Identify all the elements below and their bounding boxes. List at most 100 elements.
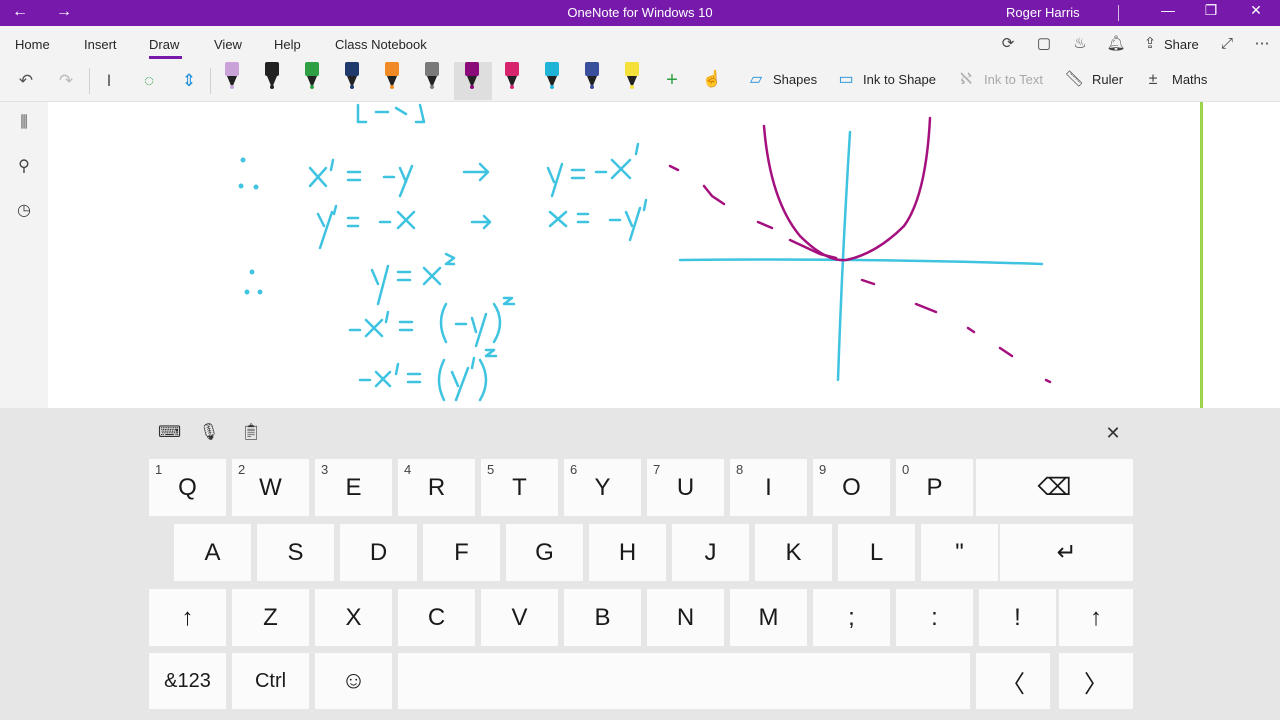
- shapes-icon[interactable]: ▱: [746, 70, 766, 90]
- pen-yellow-highlighter[interactable]: [621, 62, 643, 92]
- pen-navy[interactable]: [341, 62, 363, 92]
- key-row3-1[interactable]: X: [315, 589, 392, 646]
- user-name[interactable]: Roger Harris: [1006, 5, 1080, 20]
- undo-icon[interactable]: ↶: [15, 70, 37, 92]
- search-icon[interactable]: ⚲: [13, 156, 35, 178]
- pen-purple-selected[interactable]: [461, 62, 483, 92]
- backspace-key[interactable]: ⌫: [976, 459, 1133, 516]
- pen-galaxy[interactable]: [581, 62, 603, 92]
- tab-insert[interactable]: Insert: [84, 37, 117, 52]
- touch-draw-icon[interactable]: ☝: [702, 70, 722, 90]
- ink-to-text-button[interactable]: Ink to Text: [984, 72, 1043, 87]
- symbols-key[interactable]: &123: [149, 653, 226, 709]
- pen-color-dot: [350, 85, 354, 89]
- minimize-icon[interactable]: —: [1158, 2, 1178, 18]
- left-arrow-key[interactable]: 〈: [976, 653, 1050, 709]
- pen-orange[interactable]: [381, 62, 403, 92]
- lasso-select-icon[interactable]: ◌: [138, 70, 160, 92]
- key-u[interactable]: 7U: [647, 459, 724, 516]
- key-row3-5[interactable]: N: [647, 589, 724, 646]
- pen-black[interactable]: [261, 62, 283, 92]
- key-row3-6[interactable]: M: [730, 589, 807, 646]
- note-canvas[interactable]: [48, 102, 1202, 408]
- tab-help[interactable]: Help: [274, 37, 301, 52]
- tab-view[interactable]: View: [214, 37, 242, 52]
- key-row2-9[interactable]: ": [921, 524, 998, 581]
- key-row3-2[interactable]: C: [398, 589, 475, 646]
- emoji-key[interactable]: ☺: [315, 653, 392, 709]
- key-row3-4[interactable]: B: [564, 589, 641, 646]
- add-pen-icon[interactable]: +: [662, 70, 682, 90]
- keyboard-layout-icon[interactable]: ⌨: [158, 422, 181, 444]
- key-row2-4[interactable]: G: [506, 524, 583, 581]
- key-row2-5[interactable]: H: [589, 524, 666, 581]
- share-button[interactable]: Share: [1164, 37, 1199, 52]
- key-row2-6[interactable]: J: [672, 524, 749, 581]
- add-space-icon[interactable]: ⇕: [178, 70, 200, 92]
- recent-clock-icon[interactable]: ◷: [13, 200, 35, 222]
- sync-icon[interactable]: ⟳: [998, 34, 1018, 54]
- restore-icon[interactable]: ❐: [1201, 2, 1221, 19]
- redo-icon[interactable]: ↷: [55, 70, 77, 92]
- expand-icon[interactable]: ⤢: [1217, 34, 1237, 54]
- pen-magenta[interactable]: [501, 62, 523, 92]
- key-i[interactable]: 8I: [730, 459, 807, 516]
- pen-body: [225, 62, 239, 76]
- key-label: F: [454, 538, 469, 566]
- keyboard-close-icon[interactable]: ✕: [1102, 422, 1124, 444]
- lightbulb-icon[interactable]: ♨: [1070, 34, 1090, 54]
- key-e[interactable]: 3E: [315, 459, 392, 516]
- pen-pink-highlighter[interactable]: [221, 62, 243, 92]
- more-icon[interactable]: ⋯: [1252, 34, 1272, 54]
- maths-icon[interactable]: ±: [1143, 70, 1163, 90]
- bell-icon[interactable]: 🔔︎: [1106, 34, 1126, 54]
- ruler-button[interactable]: Ruler: [1092, 72, 1123, 87]
- key-row3-9[interactable]: !: [979, 589, 1056, 646]
- tab-draw[interactable]: Draw: [149, 37, 179, 52]
- notebooks-library-icon[interactable]: ⫼: [13, 112, 35, 134]
- key-row3-7[interactable]: ;: [813, 589, 890, 646]
- space-key[interactable]: [398, 653, 970, 709]
- maths-button[interactable]: Maths: [1172, 72, 1207, 87]
- key-w[interactable]: 2W: [232, 459, 309, 516]
- pen-gray-pattern[interactable]: [421, 62, 443, 92]
- key-row2-7[interactable]: K: [755, 524, 832, 581]
- key-o[interactable]: 9O: [813, 459, 890, 516]
- key-row3-3[interactable]: V: [481, 589, 558, 646]
- clipboard-icon[interactable]: 📋︎: [240, 422, 262, 444]
- ctrl-key[interactable]: Ctrl: [232, 653, 309, 709]
- shapes-button[interactable]: Shapes: [773, 72, 817, 87]
- enter-key[interactable]: ↵: [1000, 524, 1133, 581]
- key-row2-8[interactable]: L: [838, 524, 915, 581]
- shift-left-key[interactable]: ↑: [149, 589, 226, 646]
- key-row2-2[interactable]: D: [340, 524, 417, 581]
- type-select-icon[interactable]: I: [98, 70, 120, 92]
- ink-drawing[interactable]: [48, 102, 1202, 408]
- shift-right-key[interactable]: ↑: [1059, 589, 1133, 646]
- key-row3-0[interactable]: Z: [232, 589, 309, 646]
- key-y[interactable]: 6Y: [564, 459, 641, 516]
- key-t[interactable]: 5T: [481, 459, 558, 516]
- key-r[interactable]: 4R: [398, 459, 475, 516]
- key-row3-8[interactable]: :: [896, 589, 973, 646]
- ink-to-shape-button[interactable]: Ink to Shape: [863, 72, 936, 87]
- share-icon[interactable]: ⇪: [1140, 34, 1160, 54]
- key-label: O: [842, 473, 861, 501]
- close-icon[interactable]: ✕: [1246, 2, 1266, 19]
- pen-green[interactable]: [301, 62, 323, 92]
- key-p[interactable]: 0P: [896, 459, 973, 516]
- tab-class-notebook[interactable]: Class Notebook: [335, 37, 427, 52]
- key-row2-1[interactable]: S: [257, 524, 334, 581]
- notebooks-icon[interactable]: ▢: [1034, 34, 1054, 54]
- right-arrow-key[interactable]: 〉: [1059, 653, 1133, 709]
- microphone-icon[interactable]: 🎙︎: [198, 422, 220, 444]
- pen-color-dot: [430, 85, 434, 89]
- key-q[interactable]: 1Q: [149, 459, 226, 516]
- key-row2-0[interactable]: A: [174, 524, 251, 581]
- key-number-hint: 4: [404, 462, 412, 477]
- ink-to-shape-icon[interactable]: ▭: [836, 70, 856, 90]
- tab-home[interactable]: Home: [15, 37, 50, 52]
- key-row2-3[interactable]: F: [423, 524, 500, 581]
- ruler-icon[interactable]: 📏︎: [1064, 70, 1084, 90]
- pen-cyan[interactable]: [541, 62, 563, 92]
